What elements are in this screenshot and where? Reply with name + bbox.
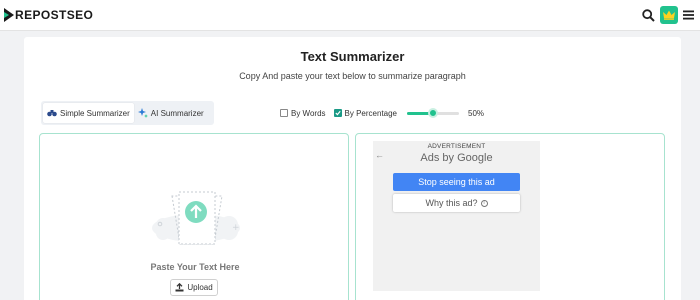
tab-simple-summarizer[interactable]: Simple Summarizer xyxy=(43,103,134,123)
advertisement[interactable]: ADVERTISEMENT ← Ads by Google Stop seein… xyxy=(373,141,540,291)
info-icon: i xyxy=(480,199,488,207)
logo[interactable]: REPOSTSEO xyxy=(4,8,93,22)
summary-options: By Words By Percentage 50% xyxy=(280,107,484,119)
slider-thumb[interactable] xyxy=(428,108,439,118)
percentage-value: 50% xyxy=(468,108,485,118)
text-input-panel[interactable]: + Paste Your Text Here Upload xyxy=(39,133,349,300)
ad-label: ADVERTISEMENT xyxy=(427,143,486,150)
by-percentage-option[interactable]: By Percentage xyxy=(333,108,398,118)
summary-output-panel: ADVERTISEMENT ← Ads by Google Stop seein… xyxy=(355,133,665,300)
search-icon[interactable] xyxy=(642,8,655,22)
page-subtitle: Copy And paste your text below to summar… xyxy=(239,71,466,81)
stop-seeing-ad-button[interactable]: Stop seeing this ad xyxy=(393,173,520,191)
by-percentage-checkbox[interactable] xyxy=(333,109,342,117)
upload-icon xyxy=(175,283,184,292)
mode-tabs: Simple Summarizer AI Summarizer xyxy=(41,101,214,125)
tab-ai-summarizer-label: AI Summarizer xyxy=(150,108,204,118)
upload-label: Upload xyxy=(187,283,213,292)
page-title: Text Summarizer xyxy=(300,49,405,64)
summarizer-card: Text Summarizer Copy And paste your text… xyxy=(24,37,681,300)
ads-by-brand: Google xyxy=(457,152,493,164)
sparkle-icon xyxy=(137,108,148,118)
tab-ai-summarizer[interactable]: AI Summarizer xyxy=(134,103,208,123)
why-this-ad-button[interactable]: Why this ad? i xyxy=(393,194,520,212)
ads-by-prefix: Ads by xyxy=(420,152,455,164)
tab-simple-summarizer-label: Simple Summarizer xyxy=(60,108,130,118)
upload-button[interactable]: Upload xyxy=(170,279,218,296)
by-words-label: By Words xyxy=(291,108,326,118)
by-words-checkbox[interactable] xyxy=(280,109,288,117)
svg-text:+: + xyxy=(232,223,240,233)
logo-mark-icon xyxy=(4,8,14,22)
logo-text: REPOSTSEO xyxy=(15,8,94,22)
paste-text-label: Paste Your Text Here xyxy=(150,262,240,272)
hamburger-menu-icon[interactable] xyxy=(683,10,694,20)
percentage-slider[interactable] xyxy=(407,107,460,119)
why-this-ad-label: Why this ad? xyxy=(425,198,478,208)
by-words-option[interactable]: By Words xyxy=(280,109,326,118)
ads-by-google: Ads by Google xyxy=(373,152,540,164)
binoculars-icon xyxy=(47,110,57,117)
crown-icon[interactable] xyxy=(660,6,678,24)
top-nav-bar: REPOSTSEO xyxy=(0,0,700,31)
upload-cloud-illustration: + xyxy=(152,191,240,245)
by-percentage-label: By Percentage xyxy=(344,108,398,118)
